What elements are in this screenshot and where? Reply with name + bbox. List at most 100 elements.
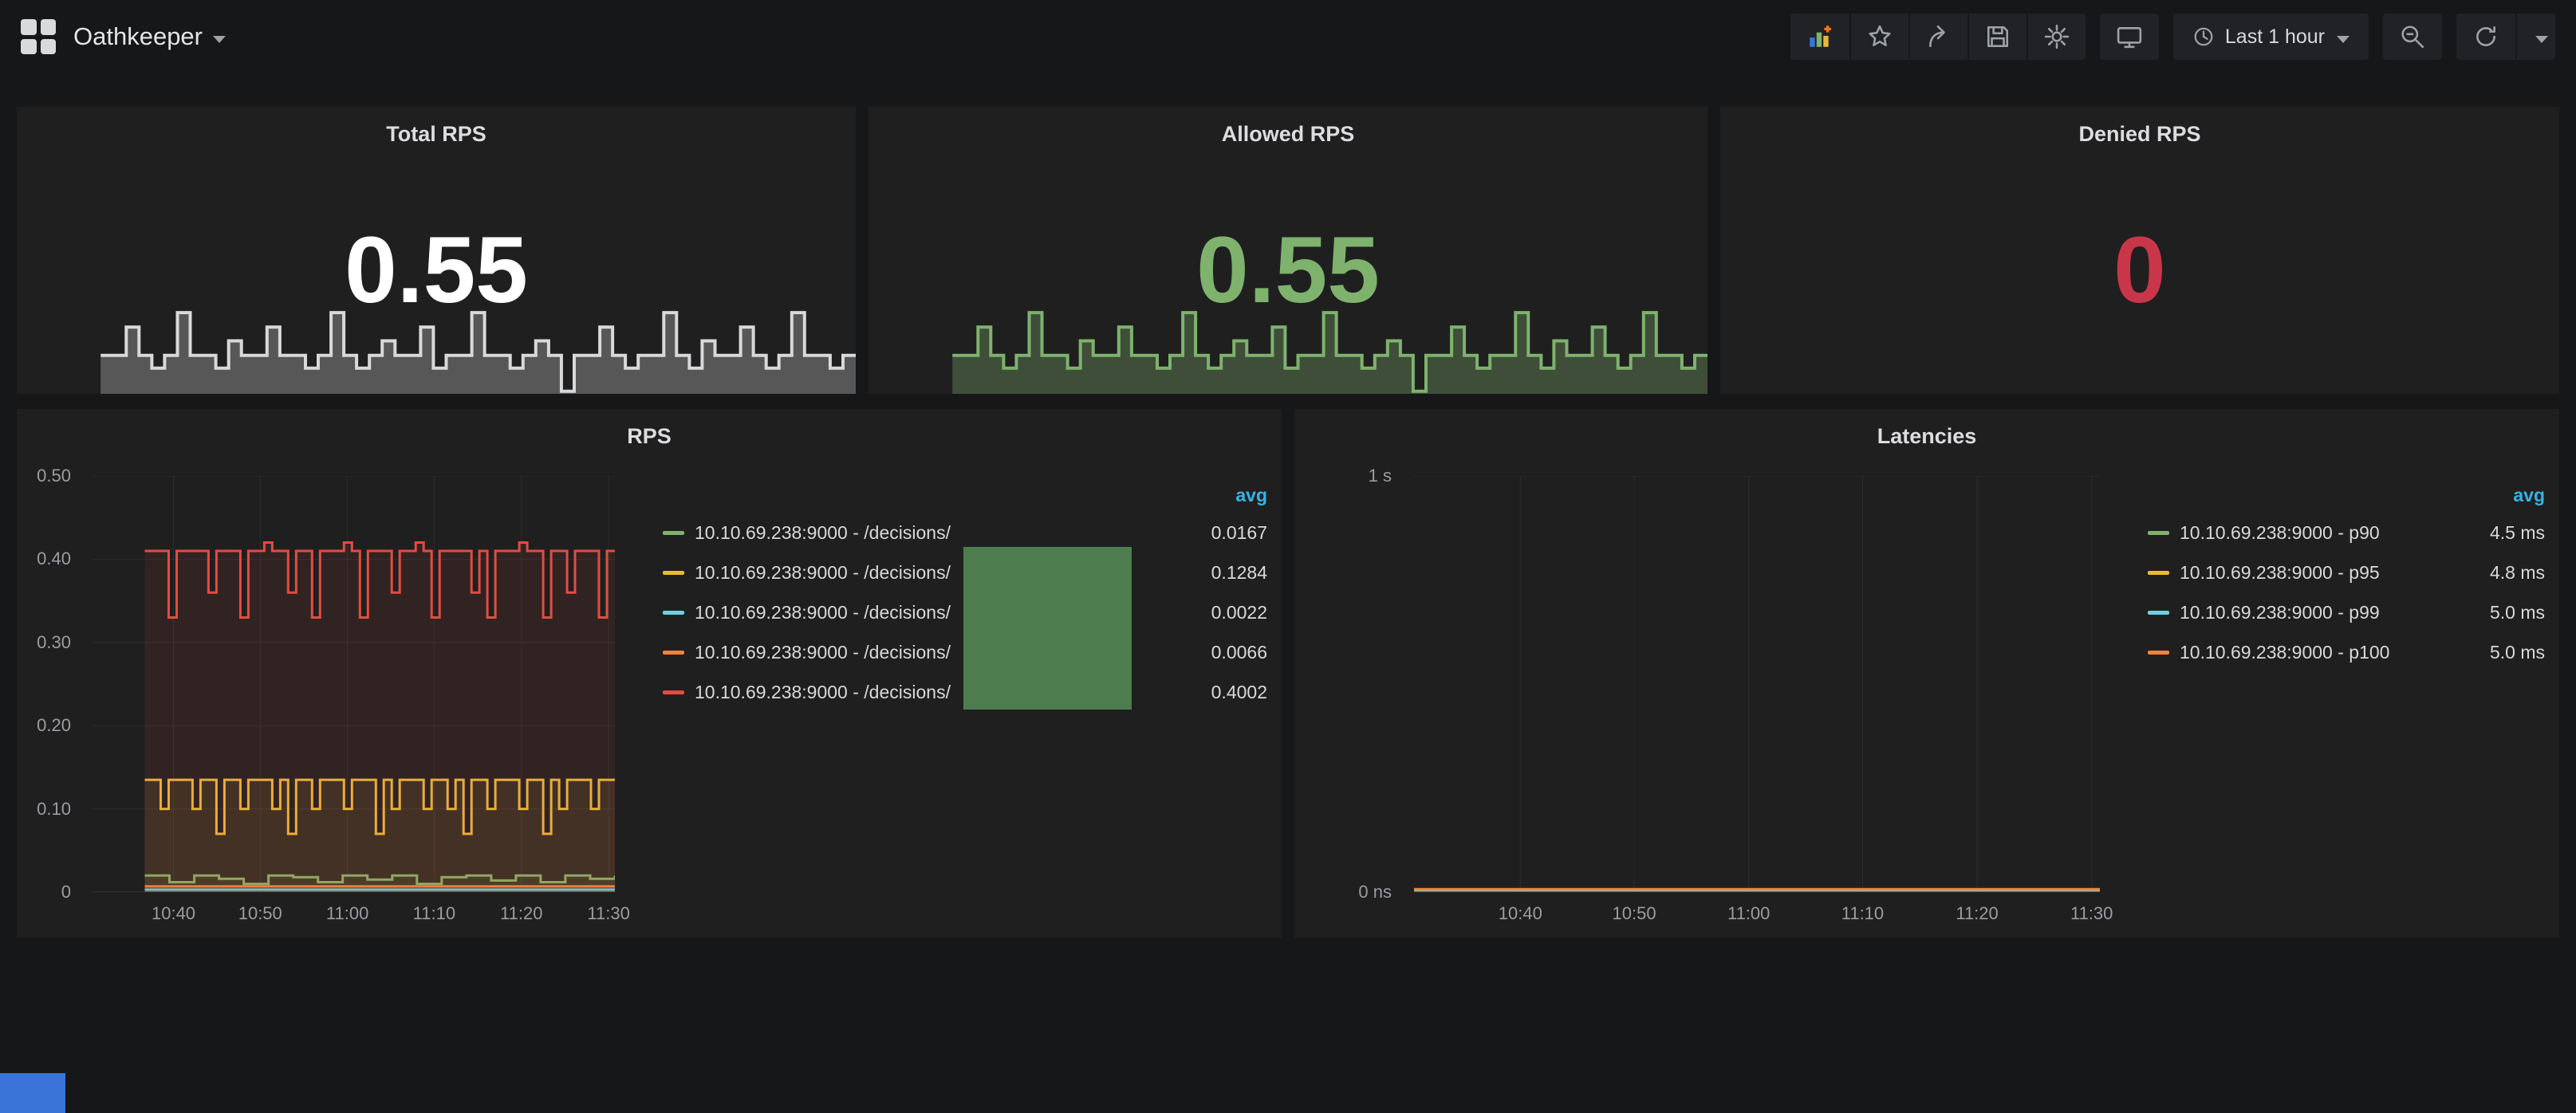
gear-icon	[2044, 24, 2070, 49]
legend-series-color-dash	[663, 611, 684, 615]
x-tick-label: 11:20	[1956, 903, 1998, 924]
legend-series-color-dash	[663, 531, 684, 535]
panel-title[interactable]: RPS	[17, 409, 1282, 449]
rps-chart[interactable]	[93, 476, 615, 892]
panel-title[interactable]: Latencies	[1294, 409, 2559, 449]
view-mode-group	[2100, 14, 2159, 60]
panel-latencies-graph: Latencies 1 s0 ns 10:40 10:50 11:00 11:10 11…	[1294, 409, 2559, 938]
legend-series-label: 10.10.69.238:9000 - p90	[2180, 522, 2380, 544]
legend-row[interactable]: 10.10.69.238:9000 - p995.0 ms	[2148, 592, 2545, 632]
x-tick-label: 11:30	[2070, 903, 2113, 924]
x-tick-label: 11:30	[587, 903, 629, 924]
panel-total-rps: Total RPS 0.55	[17, 107, 856, 394]
dashboard-title: Oathkeeper	[73, 22, 203, 51]
save-icon	[1985, 24, 2011, 49]
panel-title[interactable]: Total RPS	[17, 107, 856, 147]
add-panel-button[interactable]	[1790, 14, 1849, 60]
legend-series-color-dash	[663, 690, 684, 694]
star-button[interactable]	[1849, 14, 1908, 60]
x-tick-label: 11:10	[413, 903, 455, 924]
x-tick-label: 10:40	[152, 903, 195, 924]
clock-icon	[2192, 26, 2215, 48]
magnifier-minus-icon	[2400, 24, 2425, 49]
x-tick-label: 11:20	[500, 903, 542, 924]
y-tick-label: 0.30	[17, 632, 71, 653]
allowed-rps-sparkline	[869, 300, 1707, 394]
legend-series-label: 10.10.69.238:9000 - /decisions/	[695, 682, 951, 703]
chevron-down-icon	[213, 36, 226, 43]
legend-series-label: 10.10.69.238:9000 - p100	[2180, 642, 2389, 663]
y-tick-label: 0	[17, 882, 71, 903]
refresh-button[interactable]	[2456, 14, 2515, 60]
y-tick-label: 1 s	[1294, 466, 1392, 486]
legend-series-label: 10.10.69.238:9000 - /decisions/	[695, 602, 951, 623]
latencies-y-axis: 1 s0 ns	[1294, 476, 1403, 892]
legend-series-value: 4.8 ms	[2490, 562, 2545, 584]
latencies-plot-area[interactable]	[1414, 476, 2100, 892]
rps-plot-area[interactable]	[93, 476, 615, 892]
legend-series-label: 10.10.69.238:9000 - /decisions/	[695, 642, 951, 663]
x-tick-label: 11:10	[1841, 903, 1884, 924]
cycle-view-button[interactable]	[2100, 14, 2159, 60]
corner-blue-badge[interactable]	[0, 1073, 65, 1113]
grid-square	[21, 19, 37, 35]
legend-row[interactable]: 10.10.69.238:9000 - p90 4.5 ms	[2148, 513, 2545, 553]
legend-series-value: 0.4002	[1211, 682, 1267, 703]
panel-allowed-rps: Allowed RPS 0.55	[869, 107, 1707, 394]
share-button[interactable]	[1908, 14, 1967, 60]
dashboard-title-dropdown[interactable]: Oathkeeper	[73, 22, 226, 51]
share-icon	[1926, 24, 1952, 49]
chevron-down-icon	[2337, 36, 2350, 43]
y-tick-label: 0.20	[17, 715, 71, 736]
legend-series-color-dash	[2148, 611, 2169, 615]
monitor-icon	[2116, 24, 2143, 49]
latencies-x-axis: 10:4010:5011:0011:1011:2011:30	[1414, 899, 2100, 924]
time-range-label: Last 1 hour	[2225, 26, 2325, 49]
legend-series-value: 0.0066	[1211, 642, 1267, 663]
rps-y-axis: 0.500.400.300.200.100	[17, 476, 82, 892]
legend-row[interactable]: 10.10.69.238:9000 - p100 5.0 ms	[2148, 632, 2545, 672]
legend-series-value: 5.0 ms	[2490, 642, 2545, 663]
legend-series-label: 10.10.69.238:9000 - /decisions/	[695, 562, 951, 584]
x-tick-label: 11:00	[326, 903, 368, 924]
legend-series-value: 4.5 ms	[2490, 522, 2545, 544]
navbar-right: Last 1 hour	[1790, 14, 2555, 60]
legend-series-label: 10.10.69.238:9000 - p99	[2180, 602, 2380, 623]
legend-avg-header: avg	[2148, 478, 2545, 513]
x-tick-label: 10:50	[238, 903, 282, 924]
dashboard-actions-group	[1790, 14, 2086, 60]
save-button[interactable]	[1967, 14, 2027, 60]
x-tick-label: 10:50	[1613, 903, 1656, 924]
legend-series-value: 0.1284	[1211, 562, 1267, 584]
legend-highlight-overlay	[963, 547, 1132, 710]
zoom-out-button[interactable]	[2383, 14, 2442, 60]
x-tick-label: 10:40	[1499, 903, 1542, 924]
settings-button[interactable]	[2027, 14, 2086, 60]
total-rps-sparkline	[17, 300, 856, 394]
refresh-interval-dropdown[interactable]	[2515, 14, 2555, 60]
refresh-icon	[2473, 24, 2499, 49]
time-range-picker[interactable]: Last 1 hour	[2173, 14, 2369, 60]
latencies-legend: avg10.10.69.238:9000 - p904.5 ms10.10.69…	[2148, 478, 2545, 672]
legend-series-value: 0.0167	[1211, 522, 1267, 544]
panel-title[interactable]: Allowed RPS	[869, 107, 1707, 147]
legend-series-color-dash	[2148, 651, 2169, 655]
x-tick-label: 11:00	[1727, 903, 1770, 924]
legend-row[interactable]: 10.10.69.238:9000 - p954.8 ms	[2148, 553, 2545, 592]
grid-square	[21, 39, 37, 55]
legend-series-color-dash	[2148, 571, 2169, 575]
rps-x-axis: 10:4010:5011:0011:1011:2011:30	[93, 899, 615, 924]
panel-title[interactable]: Denied RPS	[1720, 107, 2559, 147]
refresh-group	[2456, 14, 2555, 60]
add-panel-icon	[1807, 24, 1833, 49]
y-tick-label: 0.10	[17, 799, 71, 820]
star-icon	[1867, 24, 1893, 49]
y-tick-label: 0.50	[17, 466, 71, 486]
latencies-chart[interactable]	[1414, 476, 2100, 892]
legend-avg-header: avg	[663, 478, 1267, 513]
dashboards-grid-icon[interactable]	[21, 19, 56, 54]
legend-series-color-dash	[663, 651, 684, 655]
navbar: Oathkeeper	[0, 0, 2576, 73]
grid-square	[41, 39, 57, 55]
chevron-down-icon	[2535, 36, 2548, 43]
